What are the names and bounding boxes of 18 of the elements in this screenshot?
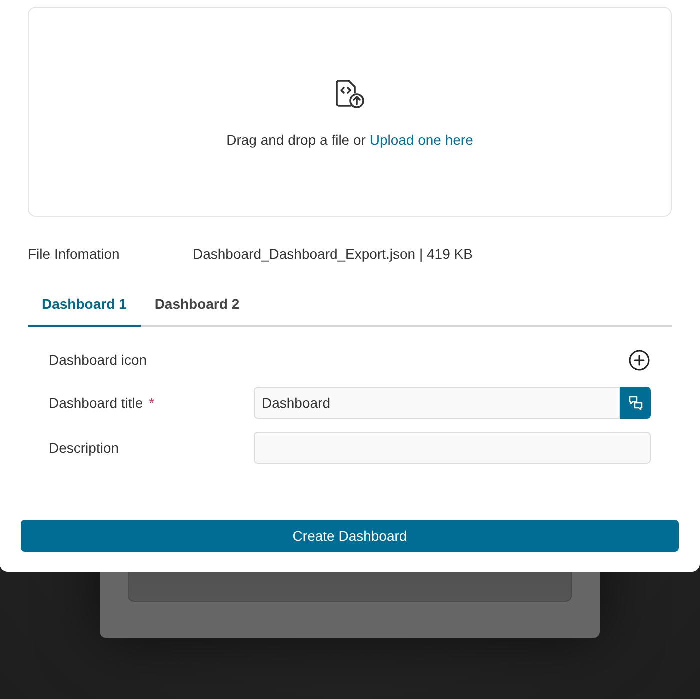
upload-prompt: Drag and drop a file or Upload one here <box>226 131 474 150</box>
drop-zone[interactable]: Drag and drop a file or Upload one here <box>28 7 672 217</box>
add-circle-icon[interactable] <box>629 350 650 370</box>
file-info-label: File Infomation <box>28 244 121 264</box>
file-upload-icon <box>335 79 365 109</box>
field-label: Dashboard icon <box>49 350 148 370</box>
create-dashboard-button[interactable]: Create Dashboard <box>21 520 679 552</box>
tab[interactable]: Dashboard 2 <box>140 284 254 327</box>
field-label: Description <box>49 438 120 458</box>
tab[interactable]: Dashboard 1 <box>28 284 141 327</box>
upload-link[interactable]: Upload one here <box>370 132 474 148</box>
text-field[interactable]: Dashboard <box>254 387 620 419</box>
translate-button[interactable] <box>620 387 651 419</box>
file-info-value: Dashboard_Dashboard_Export.json | 419 KB <box>193 244 473 264</box>
speech-bubbles-icon <box>628 396 642 410</box>
field-label: Dashboard title <box>49 394 144 412</box>
text-field[interactable] <box>254 432 651 464</box>
required-mark: * <box>149 394 155 412</box>
